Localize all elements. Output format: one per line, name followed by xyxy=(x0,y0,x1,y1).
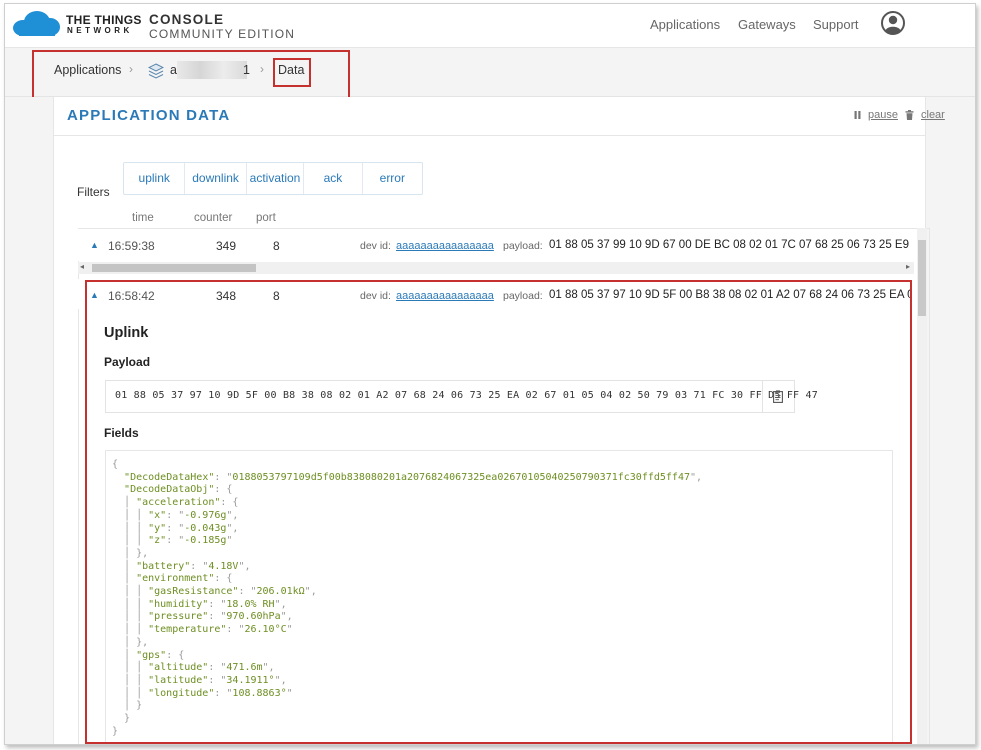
table-row[interactable]: ▲ 16:59:38 349 8 dev id: aaaaaaaaaaaaaaa… xyxy=(78,229,910,261)
window: THE THINGS NETWORK CONSOLE COMMUNITY EDI… xyxy=(4,3,976,745)
pause-icon[interactable] xyxy=(854,110,862,120)
page-title: APPLICATION DATA xyxy=(67,107,231,124)
payload-label: payload: xyxy=(503,240,543,252)
filter-uplink[interactable]: uplink xyxy=(124,163,186,194)
horizontal-scrollbar-thumb[interactable] xyxy=(92,264,256,272)
product-name: CONSOLE xyxy=(149,12,225,27)
horizontal-scrollbar[interactable]: ◂ ▸ xyxy=(78,262,914,274)
devid-link[interactable]: aaaaaaaaaaaaaaaa xyxy=(396,240,494,252)
nav-gateways[interactable]: Gateways xyxy=(738,17,796,32)
product-edition: COMMUNITY EDITION xyxy=(149,27,296,41)
highlight-expanded-message xyxy=(85,280,912,744)
devid-label: dev id: xyxy=(360,240,391,252)
scroll-right-icon[interactable]: ▸ xyxy=(906,262,910,271)
row-port: 8 xyxy=(273,239,280,253)
top-navbar: THE THINGS NETWORK CONSOLE COMMUNITY EDI… xyxy=(5,4,975,48)
trash-icon[interactable] xyxy=(905,110,914,120)
user-avatar-icon[interactable] xyxy=(881,11,905,35)
nav-applications[interactable]: Applications xyxy=(650,17,720,32)
vertical-scrollbar[interactable] xyxy=(917,228,927,744)
column-time: time xyxy=(132,212,154,224)
ttn-cloud-logo-icon[interactable] xyxy=(11,11,61,37)
pause-button[interactable]: pause xyxy=(868,109,898,121)
filter-downlink[interactable]: downlink xyxy=(185,163,247,194)
column-counter: counter xyxy=(194,212,233,224)
row-payload: 01 88 05 37 99 10 9D 67 00 DE BC 08 02 0… xyxy=(549,239,910,251)
filters-label: Filters xyxy=(77,185,110,199)
brand-subname: NETWORK xyxy=(67,26,133,35)
scroll-left-icon[interactable]: ◂ xyxy=(80,262,84,271)
caret-up-icon[interactable]: ▲ xyxy=(90,240,99,250)
filter-group: uplink downlink activation ack error xyxy=(123,162,423,195)
vertical-scrollbar-thumb[interactable] xyxy=(918,240,926,316)
brand-name: THE THINGS xyxy=(66,13,142,27)
nav-support[interactable]: Support xyxy=(813,17,859,32)
filter-ack[interactable]: ack xyxy=(304,163,363,194)
filter-error[interactable]: error xyxy=(363,163,422,194)
column-port: port xyxy=(256,212,276,224)
row-counter: 349 xyxy=(216,239,237,253)
highlight-data-crumb xyxy=(273,58,311,87)
divider xyxy=(54,135,925,136)
clear-button[interactable]: clear xyxy=(921,109,945,121)
filter-activation[interactable]: activation xyxy=(247,163,305,194)
row-time: 16:59:38 xyxy=(108,239,155,253)
